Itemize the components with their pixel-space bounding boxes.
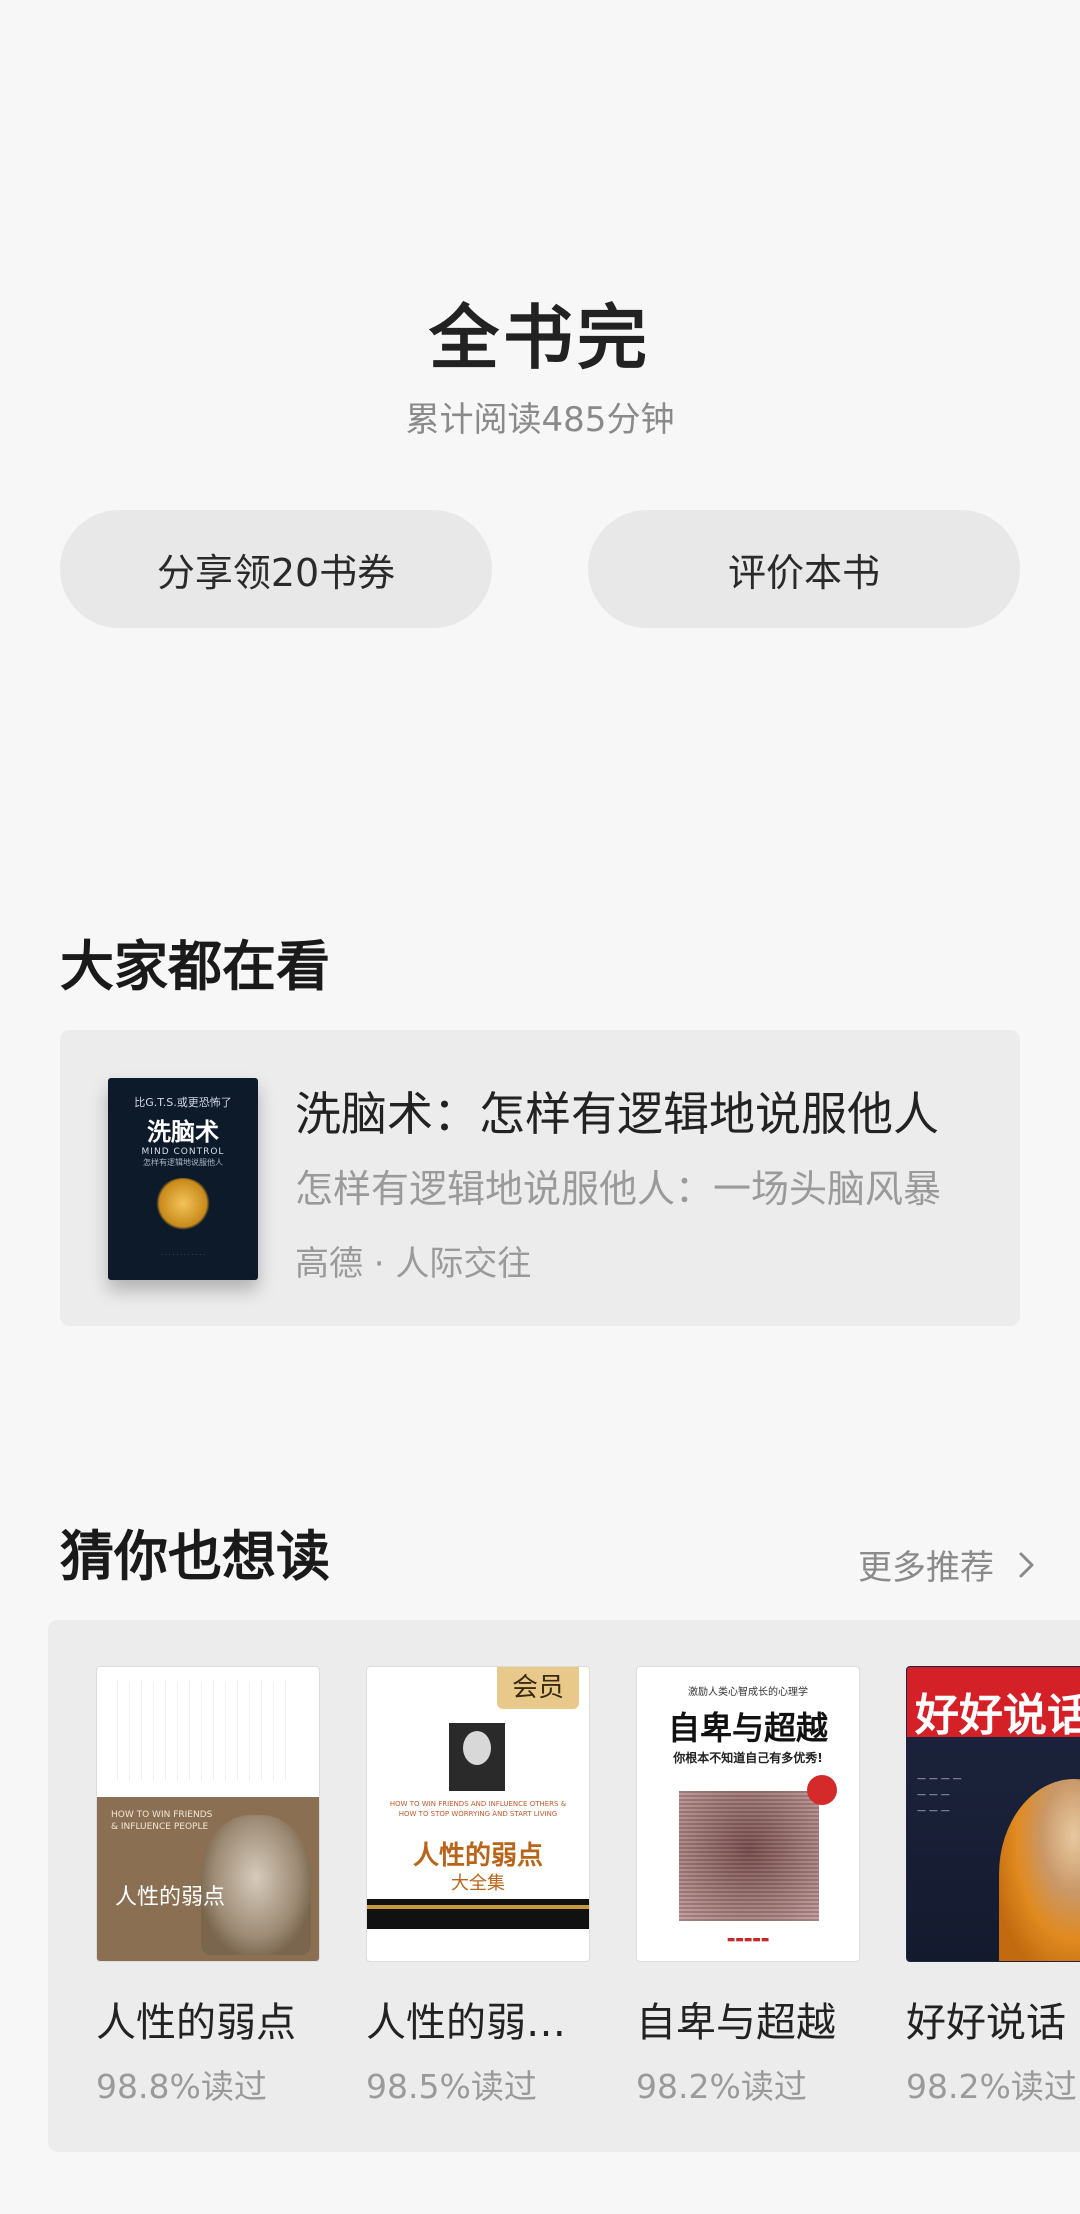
cover-publisher-mark: ▬▬▬▬▬ bbox=[726, 1935, 770, 1945]
trending-book-card[interactable]: 比G.T.S.或更恐怖了 洗脑术 MIND CONTROL 怎样有逻辑地说服他人… bbox=[60, 1030, 1020, 1326]
book-description: 怎样有逻辑地说服他人：一场头脑风暴 bbox=[295, 1167, 942, 1211]
cover-title: 洗脑术 bbox=[147, 1117, 219, 1146]
recommendation-item[interactable]: 激励人类心智成长的心理学 自卑与超越 你根本不知道自己有多优秀! ▬▬▬▬▬ 自… bbox=[636, 1666, 860, 2108]
cover-portrait bbox=[679, 1791, 819, 1921]
finish-title: 全书完 bbox=[429, 297, 651, 379]
cover-top-line: 比G.T.S.或更恐怖了 bbox=[134, 1096, 232, 1109]
book-meta: 高德 · 人际交往 bbox=[295, 1244, 532, 1284]
cover-seal bbox=[807, 1775, 837, 1805]
read-rate: 98.5%读过 bbox=[366, 2067, 537, 2106]
cover-bar-accent bbox=[367, 1905, 589, 1909]
book-cover: HOW TO WIN FRIENDS AND INFLUENCE OTHERS … bbox=[366, 1666, 590, 1962]
rate-book-button[interactable]: 评价本书 bbox=[588, 510, 1020, 628]
cover-footer: · · · · · · · · · · · · bbox=[161, 1252, 205, 1259]
read-rate: 98.8%读过 bbox=[96, 2067, 267, 2106]
cover-title: 好好说话 bbox=[915, 1690, 1080, 1741]
cover-english: HOW TO WIN FRIENDS & INFLUENCE PEOPLE bbox=[111, 1810, 213, 1832]
cover-portrait bbox=[999, 1779, 1080, 1961]
recommendation-panel: HOW TO WIN FRIENDS & INFLUENCE PEOPLE 人性… bbox=[48, 1620, 1080, 2152]
book-name: 自卑与超越 bbox=[636, 2000, 836, 2046]
chevron-right-icon bbox=[1019, 1552, 1034, 1577]
more-recommendations-link[interactable]: 更多推荐 bbox=[858, 1540, 1040, 1589]
cover-title: 自卑与超越 bbox=[667, 1709, 828, 1747]
book-cover: HOW TO WIN FRIENDS & INFLUENCE PEOPLE 人性… bbox=[96, 1666, 320, 1962]
cover-title: 人性的弱点 bbox=[115, 1885, 226, 1910]
cover-bar bbox=[367, 1899, 589, 1929]
trending-section-title: 大家都在看 bbox=[60, 934, 330, 998]
cover-subtitle: 你根本不知道自己有多优秀! bbox=[673, 1751, 823, 1765]
cover-english: HOW TO WIN FRIENDS AND INFLUENCE OTHERS … bbox=[389, 1800, 567, 1818]
share-button-label: 分享领20书券 bbox=[156, 550, 396, 595]
book-cover: 好好说话 — — — — — — — — — — bbox=[906, 1666, 1080, 1962]
cover-subtitle: 大全集 bbox=[451, 1873, 505, 1894]
reading-time: 累计阅读485分钟 bbox=[405, 400, 675, 440]
cover-portrait bbox=[449, 1723, 505, 1791]
read-rate: 98.2%读过 bbox=[906, 2067, 1077, 2106]
recommendation-item[interactable]: HOW TO WIN FRIENDS AND INFLUENCE OTHERS … bbox=[366, 1666, 590, 2108]
more-recommendations-label: 更多推荐 bbox=[858, 1548, 994, 1588]
recommendation-item[interactable]: HOW TO WIN FRIENDS & INFLUENCE PEOPLE 人性… bbox=[96, 1666, 320, 2108]
book-cover: 激励人类心智成长的心理学 自卑与超越 你根本不知道自己有多优秀! ▬▬▬▬▬ bbox=[636, 1666, 860, 1962]
share-button[interactable]: 分享领20书券 bbox=[60, 510, 492, 628]
cover-english: MIND CONTROL bbox=[141, 1147, 225, 1157]
book-cover: 比G.T.S.或更恐怖了 洗脑术 MIND CONTROL 怎样有逻辑地说服他人… bbox=[108, 1078, 258, 1280]
cover-text-block: — — — — — — — — — — bbox=[917, 1774, 962, 1816]
recommendation-item[interactable]: 好好说话 — — — — — — — — — — 好好说话 98.2%读过 bbox=[906, 1666, 1080, 2108]
cover-title: 人性的弱点 bbox=[412, 1841, 543, 1871]
recommend-section-title: 猜你也想读 bbox=[60, 1524, 330, 1588]
cover-top-line: 激励人类心智成长的心理学 bbox=[688, 1687, 808, 1698]
cover-texture bbox=[117, 1681, 297, 1781]
book-title: 洗脑术：怎样有逻辑地说服他人 bbox=[295, 1087, 939, 1141]
book-name: 人性的弱… bbox=[366, 2000, 566, 2046]
rate-book-button-label: 评价本书 bbox=[727, 550, 880, 595]
cover-subtitle: 怎样有逻辑地说服他人 bbox=[143, 1158, 223, 1167]
vip-badge: 会员 bbox=[497, 1667, 579, 1709]
cover-emblem bbox=[153, 1178, 213, 1234]
book-name: 好好说话 bbox=[906, 2000, 1066, 2046]
read-rate: 98.2%读过 bbox=[636, 2067, 807, 2106]
book-name: 人性的弱点 bbox=[96, 2000, 296, 2046]
